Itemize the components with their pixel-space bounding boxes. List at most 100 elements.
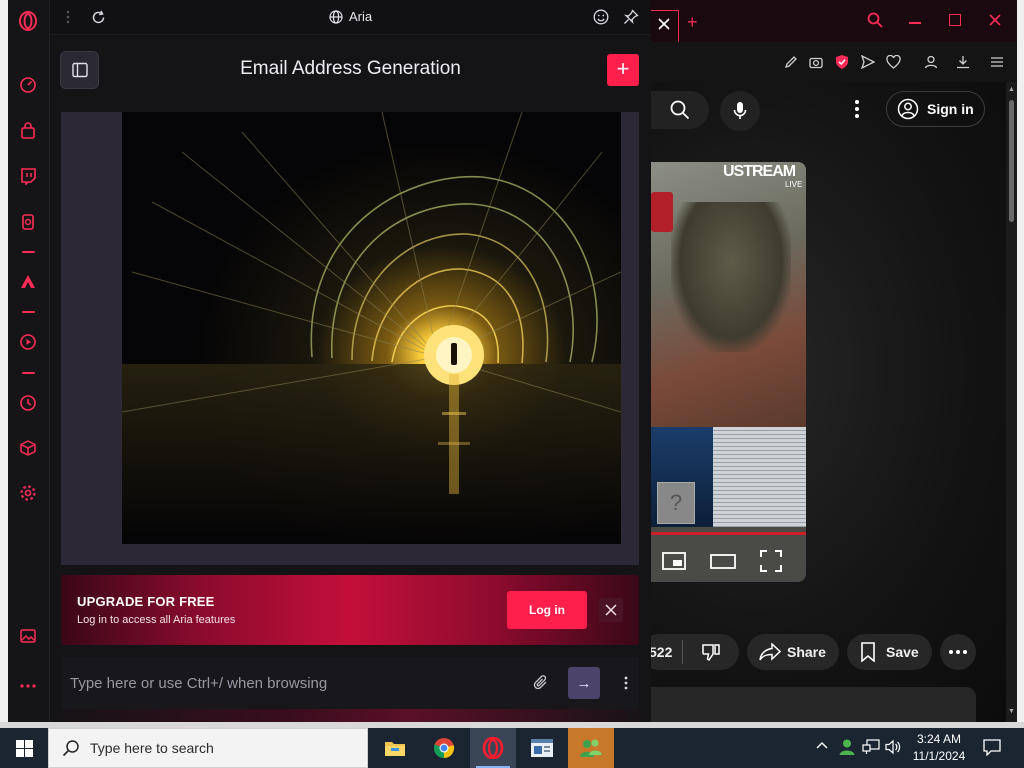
video-figure (671, 202, 791, 352)
search-placeholder: Type here to search (90, 740, 214, 756)
player-icon[interactable] (17, 331, 39, 353)
chrome-taskbar-button[interactable] (421, 728, 467, 768)
scroll-down-arrow-icon[interactable]: ▼ (1008, 708, 1015, 715)
heart-icon[interactable] (886, 55, 901, 69)
dismiss-banner-button[interactable] (599, 598, 623, 622)
aria-icon[interactable] (17, 271, 39, 293)
video-screen-text (713, 427, 806, 527)
show-hidden-icons-chevron-icon[interactable] (816, 741, 828, 749)
taskbar-clock[interactable]: 3:24 AM 11/1/2024 (905, 731, 973, 765)
opera-icon (482, 737, 504, 759)
easy-setup-icon[interactable] (990, 55, 1004, 69)
send-icon[interactable] (861, 55, 875, 69)
taskbar-search-box[interactable]: Type here to search (48, 728, 368, 768)
voice-search-button[interactable] (720, 91, 760, 131)
sign-in-label: Sign in (927, 101, 974, 117)
file-explorer-taskbar-button[interactable] (372, 728, 418, 768)
aria-window-title-text: Aria (348, 9, 373, 24)
sign-in-button[interactable]: Sign in (886, 91, 985, 127)
twitch-icon[interactable] (17, 165, 39, 187)
more-options-icon[interactable] (17, 675, 39, 697)
adblock-shield-icon[interactable] (835, 54, 849, 70)
more-vert-icon[interactable] (855, 100, 859, 118)
new-chat-button[interactable]: + (607, 54, 639, 86)
active-tab[interactable] (651, 10, 679, 42)
more-horiz-icon (949, 650, 967, 654)
chat-title: Email Address Generation (240, 58, 461, 79)
volume-icon[interactable] (885, 739, 903, 755)
camera-icon[interactable] (809, 55, 823, 69)
dislike-icon[interactable] (701, 642, 721, 662)
minimize-icon[interactable] (909, 22, 921, 24)
speed-dial-icon[interactable] (17, 74, 39, 96)
close-tab-icon[interactable] (658, 18, 670, 30)
browser-toolbar (651, 42, 1017, 82)
opera-sidebar (8, 0, 50, 722)
theater-mode-icon[interactable] (710, 554, 736, 569)
opera-taskbar-button[interactable] (470, 728, 516, 768)
profile-icon[interactable] (924, 55, 938, 69)
input-more-options-icon[interactable] (624, 676, 628, 690)
notifications-icon[interactable] (983, 739, 1001, 756)
attach-icon[interactable] (533, 674, 549, 692)
shopping-bag-icon[interactable] (17, 120, 39, 142)
like-dislike-group: 522 (641, 634, 739, 670)
network-icon[interactable] (862, 739, 880, 755)
extensions-cube-icon[interactable] (17, 437, 39, 459)
share-icon (759, 643, 781, 661)
clock-date: 11/1/2024 (912, 749, 966, 763)
page-scrollbar[interactable]: ▲ ▼ (1006, 82, 1017, 722)
user-status-tray-icon[interactable] (838, 738, 856, 756)
save-button[interactable]: Save (847, 634, 932, 670)
folder-icon (385, 742, 405, 756)
start-button[interactable] (0, 728, 48, 768)
microphone-icon (733, 102, 747, 119)
login-button[interactable]: Log in (507, 591, 587, 629)
upgrade-subtitle: Log in to access all Aria features (77, 614, 236, 626)
users-app-taskbar-button[interactable] (568, 728, 614, 768)
maximize-icon[interactable] (949, 14, 961, 26)
aria-window-title: Aria (50, 9, 651, 24)
chat-input-bar: → (61, 657, 639, 709)
sidebar-separator (22, 251, 35, 253)
share-button[interactable]: Share (747, 634, 839, 670)
opera-logo-icon[interactable] (17, 10, 39, 32)
chat-input[interactable] (70, 672, 510, 694)
search-icon (670, 100, 690, 120)
generated-image[interactable] (122, 112, 621, 544)
video-progress-bar[interactable] (651, 532, 806, 535)
windows-taskbar: Type here to search 3:24 AM 11/1/2024 (0, 728, 1024, 768)
fullscreen-icon[interactable] (760, 550, 782, 572)
more-actions-button[interactable] (940, 634, 976, 670)
download-icon[interactable] (956, 55, 970, 69)
window-frame-left (0, 0, 8, 728)
send-button[interactable]: → (568, 667, 600, 699)
share-label: Share (787, 644, 826, 660)
globe-icon (329, 10, 343, 24)
settings-gear-icon[interactable] (17, 482, 39, 504)
like-count[interactable]: 522 (649, 644, 672, 660)
sidebar-separator (22, 311, 35, 313)
scrollbar-thumb[interactable] (1009, 100, 1014, 222)
aria-title-bar: Aria (50, 0, 651, 35)
description-box[interactable] (651, 687, 976, 727)
emoji-icon[interactable] (590, 6, 612, 28)
image-gallery-icon[interactable] (17, 625, 39, 647)
search-tabs-icon[interactable] (867, 12, 883, 28)
miniplayer-icon[interactable] (662, 552, 686, 570)
game-icon[interactable] (17, 211, 39, 233)
youtube-search-button[interactable] (651, 91, 709, 129)
history-icon[interactable] (17, 392, 39, 414)
window-app-taskbar-button[interactable] (519, 728, 565, 768)
pin-icon[interactable] (620, 6, 642, 28)
video-player[interactable]: USTREAM LIVE ? (651, 162, 806, 582)
tab-bar: + (651, 0, 1017, 42)
video-red-object (651, 192, 673, 232)
new-tab-button[interactable]: + (687, 12, 698, 33)
close-window-icon[interactable] (989, 14, 1001, 26)
scroll-up-arrow-icon[interactable]: ▲ (1008, 86, 1015, 93)
tunnel-sunset-artwork (122, 112, 621, 544)
panel-bottom-edge (50, 709, 651, 722)
video-placeholder-question-icon: ? (657, 482, 695, 524)
edit-icon[interactable] (784, 55, 798, 69)
